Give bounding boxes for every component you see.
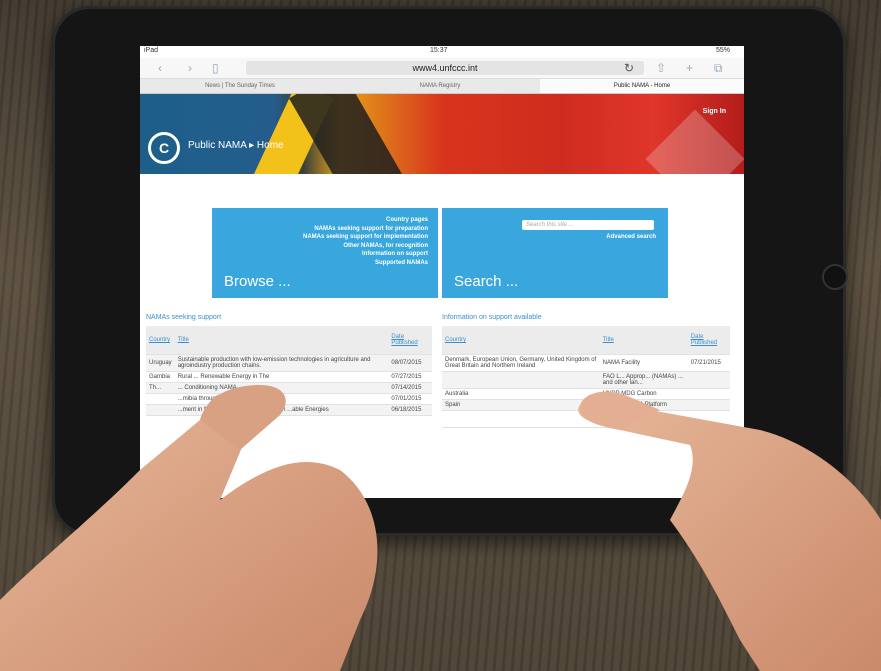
right-hand [578,391,881,671]
hands-overlay [0,385,881,671]
left-hand [0,385,378,671]
